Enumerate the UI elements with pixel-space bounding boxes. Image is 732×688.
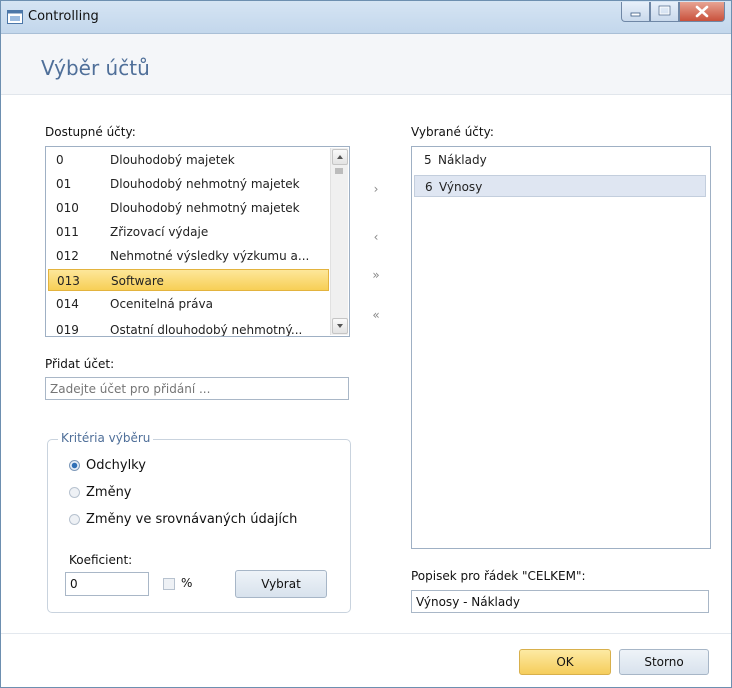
account-code: 0 — [56, 153, 64, 167]
vertical-scrollbar[interactable] — [330, 148, 348, 335]
radio-unselected-icon — [69, 486, 80, 498]
account-code: 012 — [56, 249, 79, 263]
maximize-button[interactable] — [650, 2, 679, 22]
account-name: Ostatní dlouhodobý nehmotný... — [110, 323, 303, 337]
remove-selected-button[interactable]: ‹ — [368, 229, 384, 245]
scroll-thumb-grip-icon[interactable] — [333, 165, 345, 177]
ok-button[interactable]: OK — [519, 649, 611, 675]
minimize-icon — [630, 12, 641, 17]
selected-accounts-list[interactable]: 5 Náklady 6 Výnosy — [411, 146, 711, 549]
dialog-header: Výběr účtů — [1, 34, 731, 95]
title-bar[interactable]: Controlling — [1, 1, 731, 34]
account-name: Dlouhodobý nehmotný majetek — [110, 177, 300, 191]
add-selected-button[interactable]: › — [368, 181, 384, 197]
radio-changes[interactable]: Změny — [69, 483, 132, 501]
list-item[interactable]: 014 Ocenitelná práva — [48, 293, 329, 315]
coefficient-input[interactable] — [65, 572, 149, 596]
minimize-button[interactable] — [621, 2, 650, 22]
account-name: Software — [111, 274, 164, 288]
footer-divider — [1, 633, 731, 634]
account-code: 013 — [57, 274, 80, 288]
window-title: Controlling — [28, 9, 99, 24]
list-item[interactable]: 011 Zřizovací výdaje — [48, 221, 329, 243]
close-icon — [695, 5, 709, 18]
account-name: Zřizovací výdaje — [110, 225, 209, 239]
account-code: 019 — [56, 323, 79, 337]
window-controls — [621, 2, 725, 23]
account-name: Ocenitelná práva — [110, 297, 213, 311]
close-button[interactable] — [679, 2, 725, 22]
account-name: Náklady — [438, 153, 487, 167]
percent-label: % — [181, 576, 193, 590]
list-item[interactable]: 019 Ostatní dlouhodobý nehmotný... — [48, 319, 329, 337]
total-caption-input[interactable] — [411, 590, 709, 613]
radio-label: Odchylky — [86, 457, 146, 473]
account-code: 011 — [56, 225, 79, 239]
criteria-legend: Kritéria výběru — [58, 431, 154, 445]
account-code: 5 — [424, 153, 432, 167]
controlling-dialog: Controlling Výběr účtů Dostupné účty: 0 … — [0, 0, 732, 688]
account-code: 6 — [425, 180, 433, 194]
add-account-label: Přidat účet: — [45, 357, 115, 371]
list-item-selected[interactable]: 013 Software — [48, 269, 329, 291]
scroll-up-icon — [337, 155, 343, 159]
selected-accounts-label: Vybrané účty: — [411, 125, 494, 139]
account-name: Dlouhodobý nehmotný majetek — [110, 201, 300, 215]
radio-compared-changes[interactable]: Změny ve srovnávaných údajích — [69, 510, 297, 528]
select-button[interactable]: Vybrat — [235, 570, 327, 598]
list-item[interactable]: 01 Dlouhodobý nehmotný majetek — [48, 173, 329, 195]
total-caption-label: Popisek pro řádek "CELKEM": — [411, 569, 586, 583]
radio-unselected-icon — [69, 513, 80, 525]
list-item[interactable]: 010 Dlouhodobý nehmotný majetek — [48, 197, 329, 219]
account-name: Dlouhodobý majetek — [110, 153, 235, 167]
coefficient-label: Koeficient: — [69, 553, 133, 567]
radio-selected-icon — [69, 459, 80, 471]
percent-checkbox[interactable] — [163, 578, 175, 590]
page-title: Výběr účtů — [41, 56, 150, 80]
list-item[interactable]: 012 Nehmotné výsledky výzkumu a... — [48, 245, 329, 267]
account-name: Výnosy — [439, 180, 483, 194]
maximize-icon — [658, 5, 671, 16]
radio-label: Změny — [86, 484, 132, 500]
add-account-input[interactable] — [45, 377, 349, 400]
cancel-button[interactable]: Storno — [619, 649, 709, 675]
account-code: 014 — [56, 297, 79, 311]
scroll-down-icon — [337, 324, 343, 328]
app-icon — [7, 10, 23, 24]
list-item[interactable]: 0 Dlouhodobý majetek — [48, 149, 329, 171]
add-all-button[interactable]: » — [368, 267, 384, 283]
remove-all-button[interactable]: « — [368, 307, 384, 323]
scroll-down-button[interactable] — [332, 318, 348, 334]
list-item-selected[interactable]: 6 Výnosy — [414, 175, 706, 197]
radio-label: Změny ve srovnávaných údajích — [86, 511, 298, 527]
account-name: Nehmotné výsledky výzkumu a... — [110, 249, 310, 263]
scroll-up-button[interactable] — [332, 149, 348, 165]
radio-deviations[interactable]: Odchylky — [69, 456, 146, 474]
account-code: 010 — [56, 201, 79, 215]
available-accounts-label: Dostupné účty: — [45, 125, 136, 139]
list-item[interactable]: 5 Náklady — [414, 149, 706, 171]
available-accounts-list[interactable]: 0 Dlouhodobý majetek 01 Dlouhodobý nehmo… — [45, 146, 350, 337]
account-code: 01 — [56, 177, 72, 191]
